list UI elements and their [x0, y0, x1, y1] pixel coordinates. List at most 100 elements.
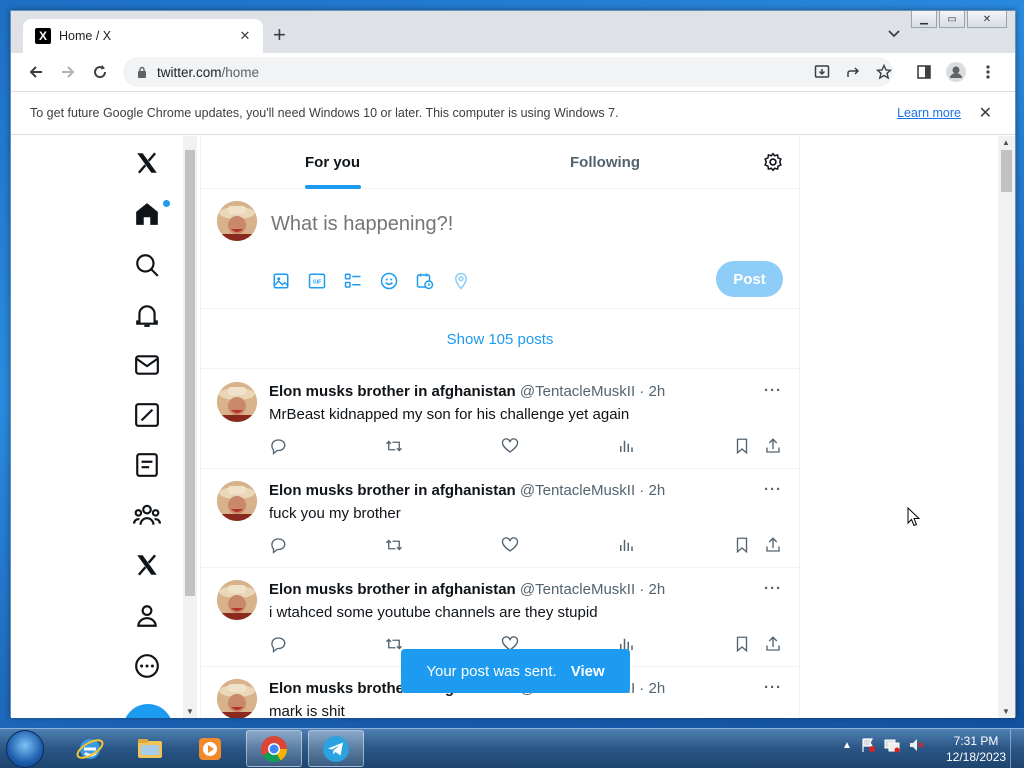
scroll-down-arrow-icon[interactable]: ▼ — [186, 707, 194, 716]
repost-icon[interactable] — [385, 635, 403, 653]
tweet-author-name[interactable]: Elon musks brother in afghanistan — [269, 383, 516, 400]
tweet[interactable]: Elon musks brother in afghanistan @Tenta… — [201, 370, 799, 469]
tweet-text: i wtahced some youtube channels are they… — [269, 604, 598, 621]
sidebar-scrollbar[interactable]: ▼ — [183, 136, 197, 718]
search-icon[interactable] — [132, 250, 162, 280]
profile-avatar-icon[interactable] — [945, 61, 967, 83]
avatar[interactable] — [217, 481, 257, 521]
avatar[interactable] — [217, 201, 257, 241]
bookmark-star-icon[interactable] — [873, 61, 895, 83]
home-icon[interactable] — [132, 199, 162, 229]
reply-icon[interactable] — [269, 437, 287, 455]
minimize-button[interactable]: ▁ — [911, 11, 937, 28]
poll-icon[interactable] — [343, 271, 363, 291]
telegram-taskbar-icon[interactable] — [308, 730, 364, 767]
infobar-close-icon[interactable]: ✕ — [979, 103, 992, 123]
more-options-icon[interactable]: ··· — [764, 679, 782, 696]
tweet-handle[interactable]: @TentacleMuskII · 2h — [520, 383, 665, 400]
views-chart-icon[interactable] — [617, 437, 635, 455]
taskbar-clock[interactable]: 7:31 PM 12/18/2023 — [946, 733, 1006, 765]
gear-icon[interactable] — [763, 152, 783, 172]
bookmark-icon[interactable] — [733, 437, 751, 455]
bookmark-icon[interactable] — [733, 536, 751, 554]
x-logo-icon[interactable] — [132, 148, 162, 178]
scroll-up-arrow-icon[interactable]: ▲ — [1002, 138, 1010, 147]
avatar[interactable] — [217, 382, 257, 422]
emoji-icon[interactable] — [379, 271, 399, 291]
reply-icon[interactable] — [269, 635, 287, 653]
bookmark-icon[interactable] — [733, 635, 751, 653]
notifications-bell-icon[interactable] — [132, 300, 162, 330]
views-chart-icon[interactable] — [617, 536, 635, 554]
premium-x-icon[interactable] — [132, 550, 162, 580]
address-bar[interactable]: twitter.com/home — [123, 57, 893, 87]
tweet-handle[interactable]: @TentacleMuskII · 2h — [520, 581, 665, 598]
back-arrow-icon[interactable] — [25, 61, 47, 83]
avatar[interactable] — [217, 679, 257, 718]
share-tweet-icon[interactable] — [764, 536, 782, 554]
repost-icon[interactable] — [385, 536, 403, 554]
timeline-tabs: For you Following — [201, 136, 799, 189]
reply-icon[interactable] — [269, 536, 287, 554]
page-scroll-thumb[interactable] — [1001, 150, 1012, 192]
tweet-author-name[interactable]: Elon musks brother in afghanistan — [269, 581, 516, 598]
like-heart-icon[interactable] — [501, 536, 519, 554]
browser-tab[interactable]: X Home / X ✕ — [23, 19, 263, 53]
like-heart-icon[interactable] — [501, 437, 519, 455]
sidebar-scroll-thumb[interactable] — [185, 150, 195, 596]
compose-input[interactable] — [271, 213, 751, 236]
tab-close-icon[interactable]: ✕ — [237, 28, 253, 44]
messages-envelope-icon[interactable] — [132, 350, 162, 380]
communities-icon[interactable] — [132, 500, 162, 530]
image-icon[interactable] — [271, 271, 291, 291]
close-window-button[interactable]: ✕ — [967, 11, 1007, 28]
compose-post-button[interactable] — [123, 704, 173, 718]
tab-following[interactable]: Following — [570, 154, 640, 171]
x-favicon-icon: X — [35, 28, 51, 44]
more-options-icon[interactable]: ··· — [764, 481, 782, 498]
toast-view-link[interactable]: View — [571, 663, 605, 680]
grok-slash-icon[interactable] — [132, 400, 162, 430]
tab-search-chevron-icon[interactable] — [887, 27, 901, 41]
learn-more-link[interactable]: Learn more — [897, 106, 961, 120]
forward-arrow-icon[interactable] — [57, 61, 79, 83]
system-tray: ▲ — [842, 737, 924, 753]
page-scrollbar[interactable]: ▲ ▼ — [998, 136, 1015, 718]
side-panel-icon[interactable] — [913, 61, 935, 83]
start-button[interactable] — [6, 730, 44, 768]
more-options-icon[interactable]: ··· — [764, 382, 782, 399]
share-tweet-icon[interactable] — [764, 437, 782, 455]
reload-icon[interactable] — [89, 61, 111, 83]
tab-for-you[interactable]: For you — [305, 154, 360, 171]
share-tweet-icon[interactable] — [764, 635, 782, 653]
location-pin-icon[interactable] — [451, 271, 471, 291]
show-hidden-icons-chevron-icon[interactable]: ▲ — [842, 740, 852, 751]
new-tab-icon[interactable]: + — [273, 24, 286, 46]
profile-icon[interactable] — [132, 601, 162, 631]
install-app-icon[interactable] — [811, 61, 833, 83]
more-options-icon[interactable]: ··· — [764, 580, 782, 597]
tweet-author-name[interactable]: Elon musks brother in afghanistan — [269, 482, 516, 499]
chrome-taskbar-icon[interactable] — [246, 730, 302, 767]
media-player-icon[interactable] — [182, 730, 238, 767]
post-button[interactable]: Post — [716, 261, 783, 297]
file-explorer-icon[interactable] — [122, 730, 178, 767]
avatar[interactable] — [217, 580, 257, 620]
menu-kebab-icon[interactable] — [977, 61, 999, 83]
action-center-flag-icon[interactable] — [860, 737, 876, 753]
repost-icon[interactable] — [385, 437, 403, 455]
more-circle-icon[interactable] — [132, 651, 162, 681]
tweet[interactable]: Elon musks brother in afghanistan @Tenta… — [201, 469, 799, 568]
internet-explorer-icon[interactable] — [62, 730, 118, 767]
gif-icon[interactable]: GIF — [307, 271, 327, 291]
show-new-posts-link[interactable]: Show 105 posts — [201, 310, 799, 369]
volume-muted-icon[interactable] — [908, 737, 924, 753]
show-desktop-button[interactable] — [1010, 729, 1024, 768]
schedule-icon[interactable] — [415, 271, 435, 291]
share-icon[interactable] — [843, 61, 865, 83]
scroll-down-arrow-icon[interactable]: ▼ — [1002, 707, 1010, 716]
maximize-button[interactable]: ▭ — [939, 11, 965, 28]
lists-icon[interactable] — [132, 450, 162, 480]
tweet-handle[interactable]: @TentacleMuskII · 2h — [520, 482, 665, 499]
network-icon[interactable] — [884, 737, 900, 753]
